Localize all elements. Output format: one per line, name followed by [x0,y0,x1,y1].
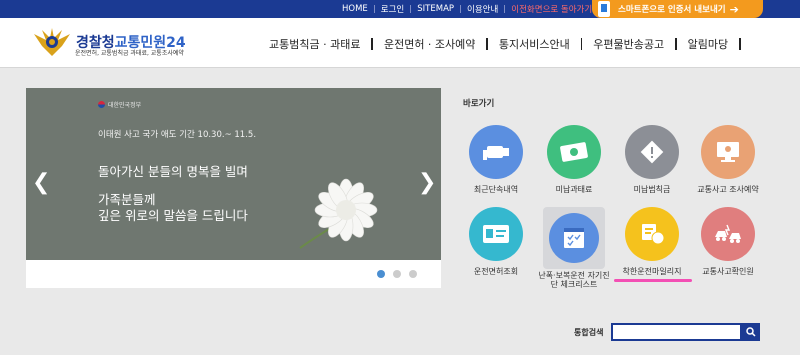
nav-fines[interactable]: 교통범칙금 · 과태료 [258,36,371,52]
slide-dot-3[interactable] [409,270,417,278]
highlight-underline [614,279,692,282]
quick-label: 착한운전마일리지 [622,267,682,276]
quick-license-lookup[interactable]: 운전면허조회 [460,207,532,276]
search-button[interactable] [742,323,760,341]
quick-label: 최근단속내역 [473,185,519,194]
warning-sign-icon [625,125,679,179]
banner-line-1: 돌아가신 분들의 명복을 빌며 [98,164,248,179]
slide-dot-1[interactable] [377,270,385,278]
computer-icon [701,125,755,179]
quick-label: 운전면허조회 [473,267,519,276]
search-icon [746,327,756,337]
top-utility-bar: HOME 로그인 SITEMAP 이용안내 이전화면으로 돌아가기 스마트폰으로… [0,0,800,18]
login-link[interactable]: 로그인 [375,3,410,15]
nav-notice-service[interactable]: 통지서비스안내 [488,36,581,52]
ministry-label: 대한민국정부 [108,102,142,109]
quick-links-title: 바로가기 [463,99,495,109]
checklist-tile [543,207,605,269]
nav-license[interactable]: 운전면허 · 조사예약 [373,36,486,52]
license-card-icon [469,207,523,261]
utility-links: HOME 로그인 SITEMAP 이용안내 이전화면으로 돌아가기 [336,0,598,18]
home-link[interactable]: HOME [336,4,374,14]
quick-unpaid-fines[interactable]: 미납과태료 [538,125,610,194]
site-header: 경찰청교통민원24 운전면허, 교통범칙금 과태료, 교통조사예약 교통범칙금 … [0,18,800,68]
taegeuk-icon [98,101,105,108]
quick-unpaid-penalties[interactable]: 미납범칙금 [616,125,688,194]
checklist-icon [549,213,599,263]
nav-divider [739,38,741,50]
smartphone-icon [598,1,610,17]
main-navigation: 교통범칙금 · 과태료 운전면허 · 조사예약 통지서비스안내 우편물반송공고 … [258,36,741,52]
quick-label: 교통사고확인원 [702,267,754,276]
banner-prev-button[interactable]: ❮ [32,172,50,194]
nav-notices[interactable]: 알림마당 [677,36,739,52]
quick-label: 미납과태료 [555,185,593,194]
car-crash-icon [701,207,755,261]
slide-dot-2[interactable] [393,270,401,278]
mourning-period: 이태원 사고 국가 애도 기간 10.30.~ 11.5. [98,130,257,140]
usage-guide-link[interactable]: 이용안내 [461,3,504,15]
main-banner[interactable]: 대한민국정부 이태원 사고 국가 애도 기간 10.30.~ 11.5. 돌아가… [26,88,441,260]
search-input[interactable] [611,323,742,341]
quick-label: 교통사고 조사예약 [697,185,759,194]
quick-accident-certificate[interactable]: 교통사고확인원 [692,207,764,276]
search-label: 통합검색 [574,328,604,337]
nav-returned-mail[interactable]: 우편물반송공고 [582,36,675,52]
chrysanthemum-icon [299,178,378,249]
mileage-icon [625,207,679,261]
banner-pager [26,260,441,288]
quick-aggressive-driving-checklist[interactable]: 난폭·보복운전 자기진단 체크리스트 [538,207,610,289]
back-link[interactable]: 이전화면으로 돌아가기 [505,3,598,15]
banner-next-button[interactable]: ❯ [418,172,436,194]
camera-icon [469,125,523,179]
export-certificate-label: 스마트폰으로 인증서 내보내기 [618,5,726,15]
site-subtitle: 운전면허, 교통범칙금 과태료, 교통조사예약 [75,50,184,57]
banknote-icon [547,125,601,179]
site-logo[interactable]: 경찰청교통민원24 운전면허, 교통범칙금 과태료, 교통조사예약 [32,26,186,58]
quick-good-driving-mileage[interactable]: 착한운전마일리지 [616,207,688,276]
export-certificate-button[interactable]: 스마트폰으로 인증서 내보내기 ➔ [592,0,763,18]
arrow-right-icon: ➔ [729,2,739,16]
banner-line-3: 깊은 위로의 말씀을 드립니다 [98,208,248,223]
quick-label: 난폭·보복운전 자기진단 체크리스트 [538,271,610,290]
slide-dots [377,270,425,278]
quick-accident-appointment[interactable]: 교통사고 조사예약 [692,125,764,194]
police-emblem-icon [34,28,70,56]
quick-label: 미납범칙금 [633,185,671,194]
quick-recent-enforcement[interactable]: 최근단속내역 [460,125,532,194]
sitemap-link[interactable]: SITEMAP [411,4,460,14]
government-mark: 대한민국정부 [98,100,141,109]
